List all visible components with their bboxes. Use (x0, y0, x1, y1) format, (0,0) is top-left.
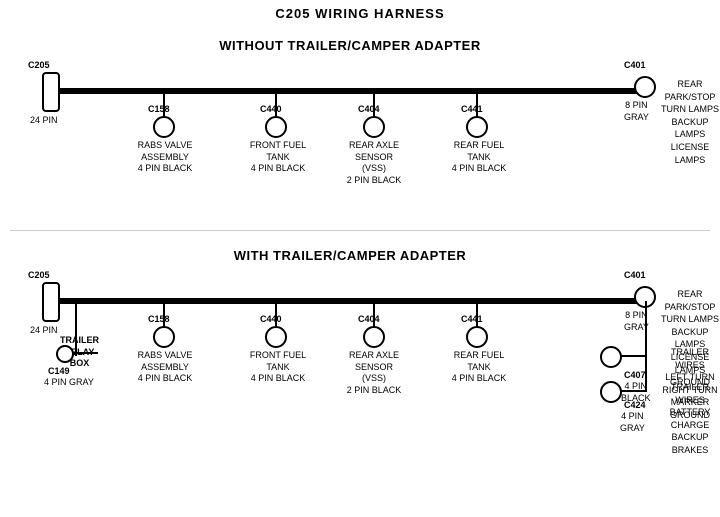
section1-c401-sub: 8 PINGRAY (624, 100, 649, 123)
section1-c401-desc: REAR PARK/STOPTURN LAMPSBACKUP LAMPSLICE… (660, 78, 720, 166)
section2-c404-connector (363, 326, 385, 348)
section1-c404-connector (363, 116, 385, 138)
section1-c205-connector (42, 72, 60, 112)
section2-c441-connector (466, 326, 488, 348)
section2-c149-desc: 4 PIN GRAY (44, 377, 94, 389)
section1-c205-sub: 24 PIN (30, 115, 58, 127)
section2-c440-desc: FRONT FUELTANK4 PIN BLACK (248, 350, 308, 385)
section1-c205-label: C205 (28, 60, 50, 72)
section1-c441-connector (466, 116, 488, 138)
section2-c441-desc: REAR FUELTANK4 PIN BLACK (449, 350, 509, 385)
section1-c158-connector (153, 116, 175, 138)
section2-c205-connector (42, 282, 60, 322)
section2-c441-label: C441 (461, 314, 483, 326)
section2-c424-hline (621, 390, 647, 392)
section2-c158-connector (153, 326, 175, 348)
section1-main-line (58, 88, 648, 94)
section2-main-line (58, 298, 648, 304)
section1-c440-desc: FRONT FUELTANK4 PIN BLACK (248, 140, 308, 175)
section2-c440-label: C440 (260, 314, 282, 326)
section2-c158-desc: RABS VALVEASSEMBLY4 PIN BLACK (135, 350, 195, 385)
section2-c440-connector (265, 326, 287, 348)
section2-c404-desc: REAR AXLESENSOR(VSS)2 PIN BLACK (344, 350, 404, 397)
section2-c424-connector (600, 381, 622, 403)
section2-c424-desc: TRAILER WIRESBATTERY CHARGEBACKUPBRAKES (660, 381, 720, 457)
section1-c440-connector (265, 116, 287, 138)
section1-c404-label: C404 (358, 104, 380, 116)
section1-c158-label: C158 (148, 104, 170, 116)
section1-c441-desc: REAR FUELTANK4 PIN BLACK (449, 140, 509, 175)
section2-c407-label: C407 (624, 370, 646, 382)
section2-c401-label: C401 (624, 270, 646, 282)
section2-c158-label: C158 (148, 314, 170, 326)
section1-c401-connector (634, 76, 656, 98)
section1-c158-desc: RABS VALVEASSEMBLY4 PIN BLACK (135, 140, 195, 175)
section2-c424-sub: 4 PINGRAY (620, 411, 645, 434)
page-title: C205 WIRING HARNESS (0, 0, 720, 21)
section1-c401-label: C401 (624, 60, 646, 72)
section2-label: WITH TRAILER/CAMPER ADAPTER (150, 248, 550, 263)
section2-c149-connector (56, 345, 74, 363)
section1-label: WITHOUT TRAILER/CAMPER ADAPTER (150, 38, 550, 53)
divider (10, 230, 710, 231)
section1-c404-desc: REAR AXLESENSOR(VSS)2 PIN BLACK (344, 140, 404, 187)
section2-c424-label: C424 (624, 400, 646, 412)
section2-c404-label: C404 (358, 314, 380, 326)
section1-c441-label: C441 (461, 104, 483, 116)
diagram-container: C205 WIRING HARNESS WITHOUT TRAILER/CAMP… (0, 0, 720, 510)
section2-c407-hline (621, 355, 647, 357)
section2-c149-label: C149 (48, 366, 70, 378)
section2-c205-sub: 24 PIN (30, 325, 58, 337)
section2-c205-label: C205 (28, 270, 50, 282)
section2-c407-connector (600, 346, 622, 368)
section1-c440-label: C440 (260, 104, 282, 116)
